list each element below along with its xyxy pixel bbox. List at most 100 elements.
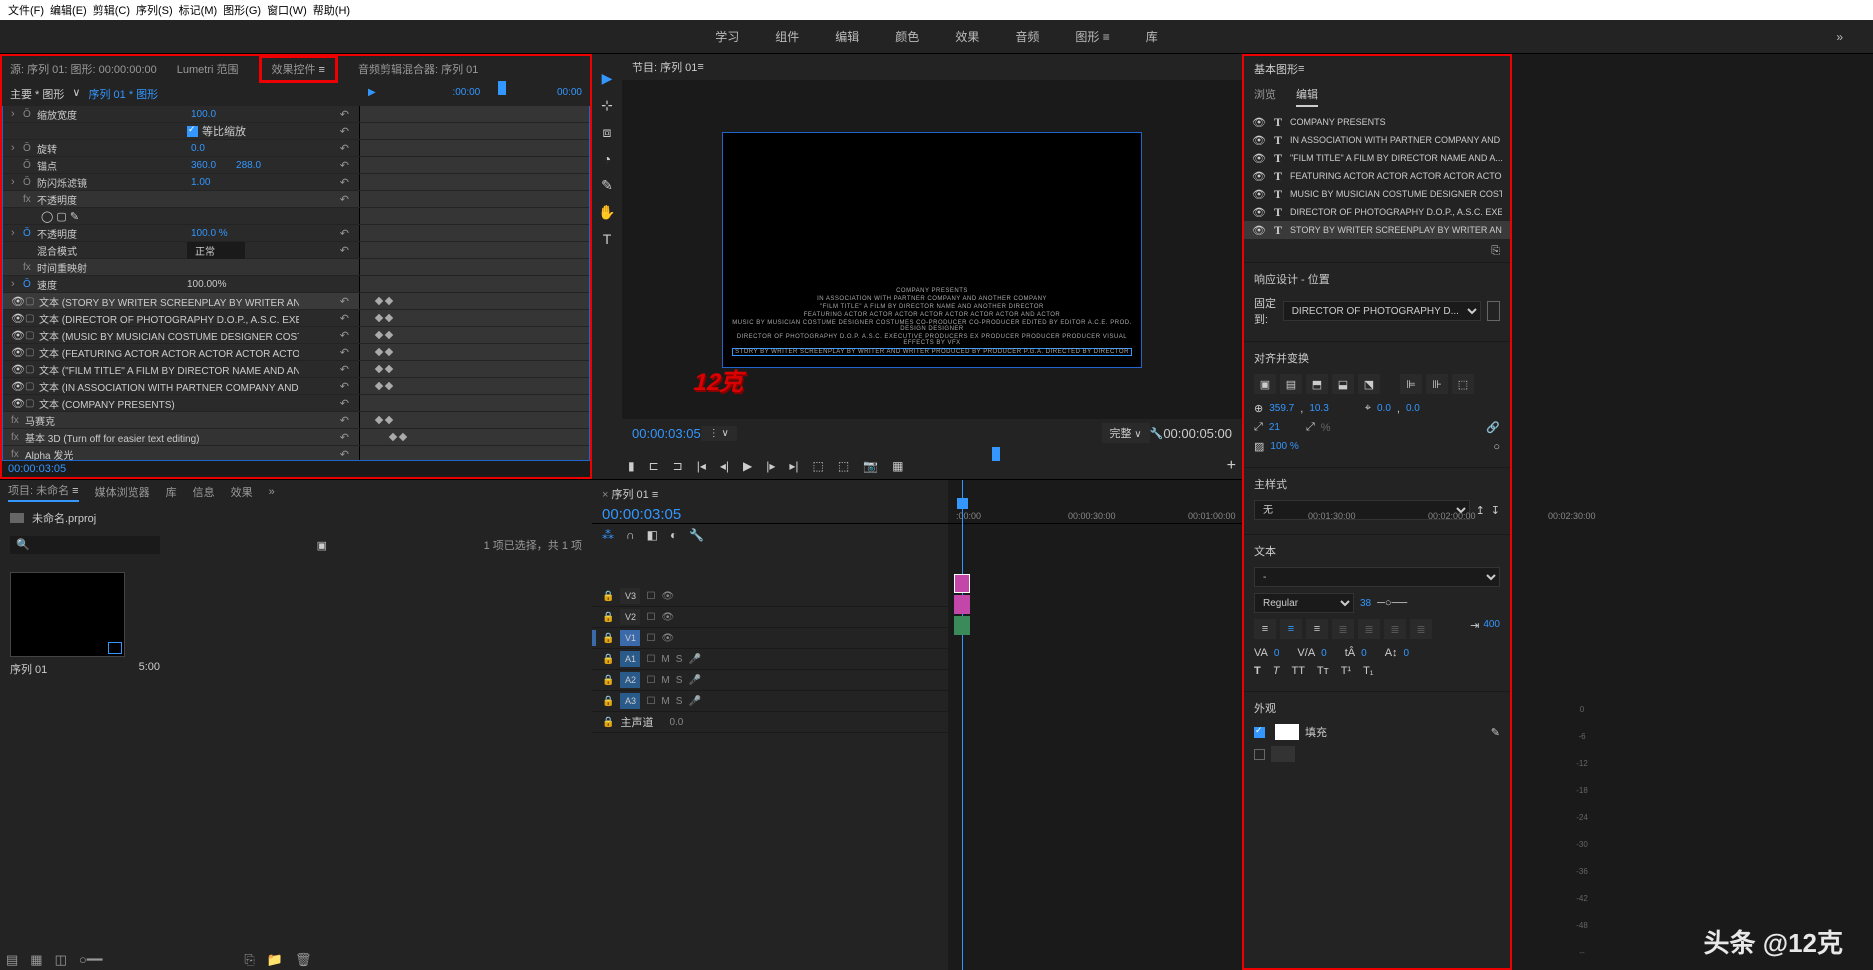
- smallcaps-icon[interactable]: Tт: [1317, 665, 1329, 677]
- stroke-checkbox[interactable]: [1254, 749, 1265, 760]
- prop-speed[interactable]: 速度: [37, 277, 187, 292]
- tab-audio-mixer[interactable]: 音频剪辑混合器: 序列 01: [358, 61, 478, 77]
- prop-opacity[interactable]: 不透明度: [37, 226, 187, 241]
- distribute-v-icon[interactable]: ⊪: [1426, 374, 1448, 394]
- eyedropper-icon[interactable]: ✎: [1491, 726, 1500, 739]
- ws-library[interactable]: 库: [1146, 28, 1158, 45]
- ws-learn[interactable]: 学习: [715, 28, 739, 45]
- uniform-scale-checkbox[interactable]: [187, 126, 198, 137]
- position-y[interactable]: 10.3: [1309, 403, 1328, 414]
- anchor-x[interactable]: 0.0: [1377, 403, 1391, 414]
- timeline-playhead[interactable]: [962, 480, 963, 970]
- italic-icon[interactable]: T: [1273, 665, 1280, 677]
- extract-icon[interactable]: ⬚: [838, 459, 849, 473]
- tab-overflow-icon[interactable]: »: [269, 486, 275, 498]
- tab-effect-controls[interactable]: 效果控件 ≡: [259, 55, 338, 83]
- menu-file[interactable]: 文件(F): [8, 2, 44, 18]
- position-x[interactable]: 359.7: [1269, 403, 1294, 414]
- track-v2[interactable]: 🔒V2☐👁: [592, 607, 948, 628]
- text-layer-1[interactable]: 文本 (STORY BY WRITER SCREENPLAY BY WRITER…: [39, 294, 299, 309]
- tab-libraries[interactable]: 库: [166, 484, 177, 500]
- eg-panel-title[interactable]: 基本图形: [1254, 61, 1298, 77]
- distribute-h-icon[interactable]: ⊫: [1400, 374, 1422, 394]
- text-layer-2[interactable]: 文本 (DIRECTOR OF PHOTOGRAPHY D.O.P., A.S.…: [39, 311, 299, 326]
- list-view-icon[interactable]: ▤: [6, 952, 18, 968]
- selection-tool-icon[interactable]: ▶: [602, 70, 613, 87]
- align-middle-icon[interactable]: ⬓: [1332, 374, 1354, 394]
- text-layer-4[interactable]: 文本 (FEATURING ACTOR ACTOR ACTOR ACTOR AC…: [39, 345, 299, 360]
- eg-layer-2[interactable]: 👁TIN ASSOCIATION WITH PARTNER COMPANY AN…: [1244, 131, 1510, 149]
- fill-checkbox[interactable]: [1254, 727, 1265, 738]
- visibility-icon[interactable]: 👁: [11, 295, 25, 308]
- pin-to-dropdown[interactable]: DIRECTOR OF PHOTOGRAPHY D...: [1283, 301, 1481, 321]
- link-scale-icon[interactable]: 🔗: [1486, 421, 1500, 434]
- text-align-left-icon[interactable]: ≡: [1254, 619, 1276, 639]
- font-dropdown[interactable]: -: [1254, 567, 1500, 587]
- wrench-icon[interactable]: 🔧: [1150, 427, 1164, 440]
- scrubber-playhead[interactable]: [992, 447, 1000, 461]
- program-viewport[interactable]: COMPANY PRESENTS IN ASSOCIATION WITH PAR…: [722, 132, 1142, 368]
- fx-opacity[interactable]: 不透明度: [37, 192, 187, 207]
- distribute-icon[interactable]: ⬚: [1452, 374, 1474, 394]
- text-layer-7[interactable]: 文本 (COMPANY PRESENTS): [39, 396, 175, 411]
- superscript-icon[interactable]: T¹: [1341, 665, 1351, 677]
- ec-clip-link[interactable]: 序列 01 * 图形: [88, 86, 158, 102]
- menu-clip[interactable]: 剪辑(C): [93, 2, 130, 18]
- track-a2[interactable]: 🔒A2☐MS🎤: [592, 670, 948, 691]
- new-item-icon[interactable]: ⎘: [244, 952, 254, 968]
- button-editor-icon[interactable]: +: [1227, 457, 1236, 475]
- zoom-slider[interactable]: ○━━: [79, 952, 103, 968]
- settings-icon[interactable]: ◐: [670, 528, 677, 542]
- prop-antiflicker[interactable]: 防闪烁滤镜: [37, 175, 187, 190]
- timeline-seq-name[interactable]: 序列 01: [612, 489, 649, 501]
- reset-icon[interactable]: ↶: [340, 108, 349, 121]
- align-top-icon[interactable]: ⬒: [1306, 374, 1328, 394]
- indent-val[interactable]: 400: [1483, 619, 1500, 639]
- tab-lumetri[interactable]: Lumetri 范围: [177, 61, 239, 77]
- step-forward-icon[interactable]: |▸: [766, 459, 775, 473]
- clip-v3[interactable]: [954, 574, 970, 593]
- eg-layer-1[interactable]: 👁TCOMPANY PRESENTS: [1244, 113, 1510, 131]
- go-to-in-icon[interactable]: |◂: [697, 459, 706, 473]
- eg-layer-3[interactable]: 👁T"FILM TITLE" A FILM BY DIRECTOR NAME A…: [1244, 149, 1510, 167]
- tab-project[interactable]: 项目: 未命名 ≡: [8, 482, 79, 502]
- marker-tool-icon[interactable]: ◧: [647, 528, 658, 542]
- bold-icon[interactable]: T: [1254, 665, 1261, 677]
- track-a3[interactable]: 🔒A3☐MS🎤: [592, 691, 948, 712]
- align-bottom-icon[interactable]: ⬔: [1358, 374, 1380, 394]
- opacity-val[interactable]: 100 %: [1270, 441, 1298, 452]
- add-marker-icon[interactable]: ▮: [628, 459, 635, 473]
- tab-source[interactable]: 源: 序列 01: 图形: 00:00:00:00: [10, 61, 157, 77]
- fx-time-remap[interactable]: 时间重映射: [37, 260, 187, 275]
- ec-timeline-ruler[interactable]: ▶:00:00 00:00: [360, 82, 590, 102]
- play-icon[interactable]: ▶: [743, 459, 752, 473]
- step-back-icon[interactable]: ◂|: [720, 459, 729, 473]
- export-frame-icon[interactable]: 📷: [863, 459, 878, 473]
- prop-scale-width[interactable]: 缩放宽度: [37, 107, 187, 122]
- fill-color-swatch[interactable]: [1275, 724, 1299, 740]
- track-v3[interactable]: 🔒V3☐👁: [592, 586, 948, 607]
- scale-val[interactable]: 21: [1269, 422, 1280, 433]
- pen-tool-icon[interactable]: ✎: [601, 177, 613, 194]
- tracking-val[interactable]: 0: [1274, 648, 1280, 659]
- eg-layer-4[interactable]: 👁TFEATURING ACTOR ACTOR ACTOR ACTOR ACTO…: [1244, 167, 1510, 185]
- fx-alpha-glow[interactable]: Alpha 发光: [25, 447, 175, 462]
- pull-style-icon[interactable]: ↧: [1491, 504, 1500, 517]
- rectangle-tool-icon[interactable]: ⧈: [603, 124, 612, 141]
- ws-color[interactable]: 颜色: [895, 28, 919, 45]
- align-left-icon[interactable]: ▣: [1254, 374, 1276, 394]
- menu-window[interactable]: 窗口(W): [267, 2, 307, 18]
- menu-help[interactable]: 帮助(H): [313, 2, 350, 18]
- hand-tool-icon[interactable]: ✋: [598, 204, 615, 221]
- camera-icon[interactable]: ▣: [317, 539, 327, 552]
- fx-mosaic[interactable]: 马赛克: [25, 413, 175, 428]
- tab-media-browser[interactable]: 媒体浏览器: [95, 484, 150, 500]
- font-size[interactable]: 38: [1360, 598, 1371, 609]
- trash-icon[interactable]: 🗑: [295, 952, 312, 968]
- go-to-out-icon[interactable]: ▸|: [789, 459, 798, 473]
- linked-selection-icon[interactable]: ∩: [626, 528, 635, 542]
- new-layer-icon[interactable]: ⎘: [1491, 245, 1500, 257]
- project-search-input[interactable]: [10, 536, 160, 554]
- program-timecode[interactable]: 00:00:03:05: [632, 426, 701, 441]
- timeline-ruler[interactable]: :00:00 00:00:30:00 00:01:00:00 00:01:30:…: [948, 480, 1242, 524]
